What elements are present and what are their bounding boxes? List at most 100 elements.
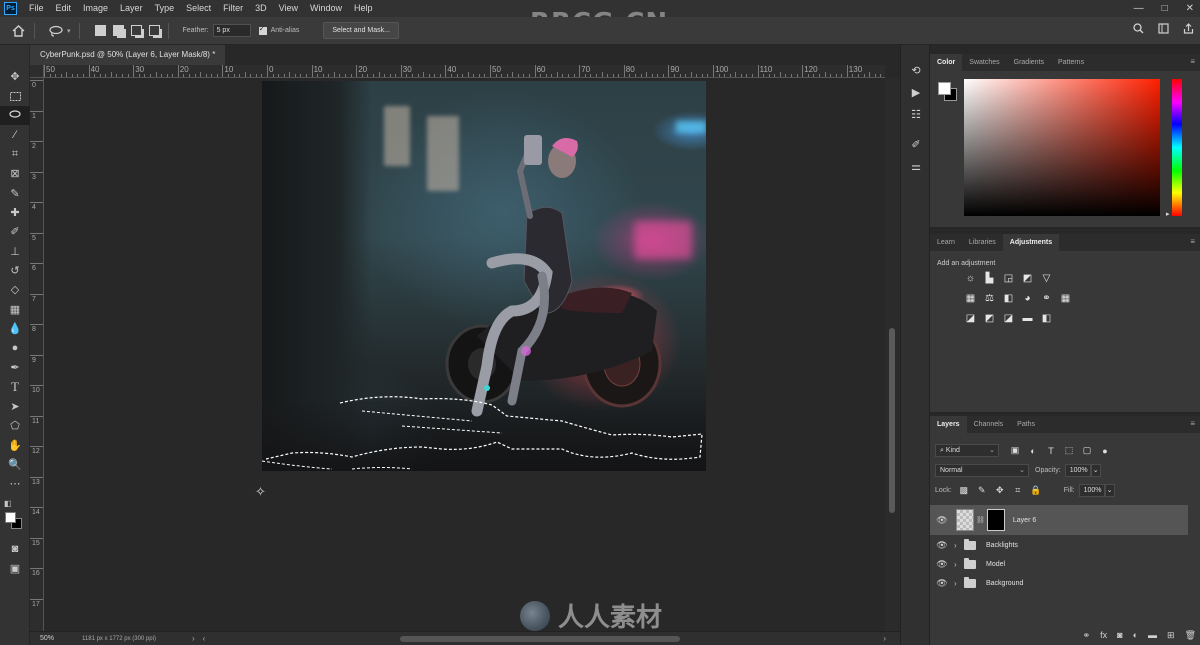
default-colors-icon[interactable]: ◧: [0, 494, 30, 513]
brush-settings-icon[interactable]: ✐: [901, 133, 931, 155]
magic-wand-tool-icon[interactable]: ⁄: [0, 125, 30, 144]
screen-mode-icon[interactable]: ▣: [0, 558, 30, 577]
filter-toggle-icon[interactable]: ●: [1099, 445, 1111, 457]
hue-slider[interactable]: [1172, 79, 1182, 216]
edit-toolbar-icon[interactable]: ⋯: [0, 474, 30, 493]
move-tool-icon[interactable]: ✥: [0, 67, 30, 86]
tab-swatches[interactable]: Swatches: [962, 54, 1006, 71]
foreground-color-swatch[interactable]: [938, 82, 951, 95]
layer-mask-thumbnail[interactable]: [986, 509, 1005, 531]
menu-file[interactable]: File: [23, 0, 50, 17]
subtract-selection-icon[interactable]: [130, 25, 142, 36]
opacity-input[interactable]: 100%: [1064, 464, 1091, 477]
layer-row[interactable]: 👁 › Model: [930, 555, 1188, 574]
eraser-tool-icon[interactable]: ◇: [0, 280, 30, 299]
blur-tool-icon[interactable]: 💧: [0, 319, 30, 338]
maximize-button[interactable]: □: [1162, 3, 1168, 14]
lock-position-icon[interactable]: ✥: [994, 485, 1006, 497]
panel-menu-icon[interactable]: ≡: [1190, 238, 1195, 246]
panel-menu-icon[interactable]: ≡: [1190, 58, 1195, 66]
tab-patterns[interactable]: Patterns: [1051, 54, 1091, 71]
lock-artboard-icon[interactable]: ⌗: [1012, 485, 1024, 497]
layer-name[interactable]: Layer 6: [1013, 517, 1036, 524]
document-tab[interactable]: CyberPunk.psd @ 50% (Layer 6, Layer Mask…: [30, 45, 226, 65]
ruler-origin[interactable]: [30, 65, 44, 78]
new-group-icon[interactable]: ▬: [1148, 630, 1157, 641]
type-filter-icon[interactable]: T: [1045, 445, 1057, 457]
eye-icon[interactable]: 👁: [930, 559, 954, 570]
canvas-area[interactable]: [44, 78, 885, 631]
pixel-filter-icon[interactable]: ▣: [1009, 445, 1021, 457]
photo-filter-icon[interactable]: ◕: [1021, 292, 1034, 305]
feather-input[interactable]: 5 px: [212, 24, 251, 37]
expand-chevron-icon[interactable]: ›: [954, 579, 964, 588]
color-lookup-icon[interactable]: ▦: [1059, 292, 1072, 305]
color-balance-icon[interactable]: ⚖: [983, 292, 996, 305]
hue-slider-marker-icon[interactable]: ▸: [1166, 210, 1170, 218]
opacity-dropdown-icon[interactable]: ⌄: [1090, 464, 1101, 477]
menu-type[interactable]: Type: [149, 0, 181, 17]
hand-tool-icon[interactable]: ✋: [0, 435, 30, 454]
actions-panel-icon[interactable]: ▶: [901, 81, 931, 103]
add-mask-icon[interactable]: ◙: [1117, 630, 1122, 641]
new-layer-icon[interactable]: ⊞: [1167, 630, 1175, 641]
quick-mask-icon[interactable]: ◙: [0, 539, 30, 558]
shape-filter-icon[interactable]: ⬚: [1063, 445, 1075, 457]
levels-icon[interactable]: ▙: [983, 272, 996, 285]
layer-row[interactable]: 👁 ⛓ Layer 6: [930, 505, 1188, 535]
blend-mode-dropdown[interactable]: Normal ⌄: [935, 464, 1029, 477]
invert-icon[interactable]: ◪: [964, 312, 977, 325]
new-adjustment-layer-icon[interactable]: ◐: [1133, 630, 1138, 641]
expand-chevron-icon[interactable]: ›: [954, 560, 964, 569]
layer-name[interactable]: Model: [986, 561, 1005, 568]
tab-adjustments[interactable]: Adjustments: [1002, 234, 1060, 251]
menu-3d[interactable]: 3D: [249, 0, 273, 17]
horizontal-scrollbar-thumb[interactable]: [400, 636, 680, 642]
brush-tool-icon[interactable]: ✐: [0, 222, 30, 241]
layer-kind-filter[interactable]: ⌕ Kind ⌄: [935, 444, 999, 457]
history-panel-icon[interactable]: ⟲: [901, 59, 931, 81]
history-brush-tool-icon[interactable]: ↺: [0, 261, 30, 280]
status-menu-chevron-icon[interactable]: ›: [192, 634, 195, 643]
shape-tool-icon[interactable]: ⬠: [0, 416, 30, 435]
search-icon[interactable]: [1133, 23, 1144, 37]
brightness-contrast-icon[interactable]: ☼: [964, 272, 977, 285]
menu-layer[interactable]: Layer: [114, 0, 149, 17]
intersect-selection-icon[interactable]: [148, 25, 160, 36]
menu-view[interactable]: View: [273, 0, 304, 17]
tab-gradients[interactable]: Gradients: [1007, 54, 1051, 71]
new-selection-icon[interactable]: [94, 25, 106, 36]
layer-name[interactable]: Backlights: [986, 542, 1018, 549]
menu-filter[interactable]: Filter: [217, 0, 249, 17]
lock-image-icon[interactable]: ✎: [976, 485, 988, 497]
lasso-tool-icon[interactable]: [0, 105, 30, 126]
minimize-button[interactable]: —: [1134, 3, 1144, 14]
channel-mixer-icon[interactable]: ⚭: [1040, 292, 1053, 305]
share-icon[interactable]: [1183, 23, 1194, 37]
exposure-icon[interactable]: ◩: [1021, 272, 1034, 285]
adjustments-panel-icon[interactable]: ⚌: [901, 155, 931, 177]
selective-color-icon[interactable]: ◧: [1040, 312, 1053, 325]
eyedropper-tool-icon[interactable]: ✎: [0, 183, 30, 202]
healing-brush-tool-icon[interactable]: ✚: [0, 203, 30, 222]
layer-row[interactable]: 👁 › Background: [930, 574, 1188, 593]
link-layers-icon[interactable]: ⚭: [1083, 630, 1091, 641]
tab-paths[interactable]: Paths: [1010, 416, 1042, 433]
layer-name[interactable]: Background: [986, 580, 1023, 587]
fill-dropdown-icon[interactable]: ⌄: [1104, 484, 1115, 497]
tab-learn[interactable]: Learn: [930, 234, 962, 251]
document-info[interactable]: 1181 px x 1772 px (300 ppi): [82, 636, 192, 642]
layer-row[interactable]: 👁 › Backlights: [930, 536, 1188, 555]
home-icon[interactable]: [10, 23, 26, 39]
clone-stamp-tool-icon[interactable]: ⊥: [0, 242, 30, 261]
eye-icon[interactable]: 👁: [930, 540, 954, 551]
properties-panel-icon[interactable]: ☷: [901, 103, 931, 125]
gradient-tool-icon[interactable]: ▦: [0, 300, 30, 319]
lasso-icon[interactable]: [49, 23, 65, 39]
vibrance-icon[interactable]: ▽: [1040, 272, 1053, 285]
crop-tool-icon[interactable]: ⌗: [0, 145, 30, 164]
tab-color[interactable]: Color: [930, 54, 963, 71]
panel-menu-icon[interactable]: ≡: [1190, 420, 1195, 428]
foreground-color-swatch[interactable]: [5, 512, 16, 523]
type-tool-icon[interactable]: T: [0, 377, 30, 396]
